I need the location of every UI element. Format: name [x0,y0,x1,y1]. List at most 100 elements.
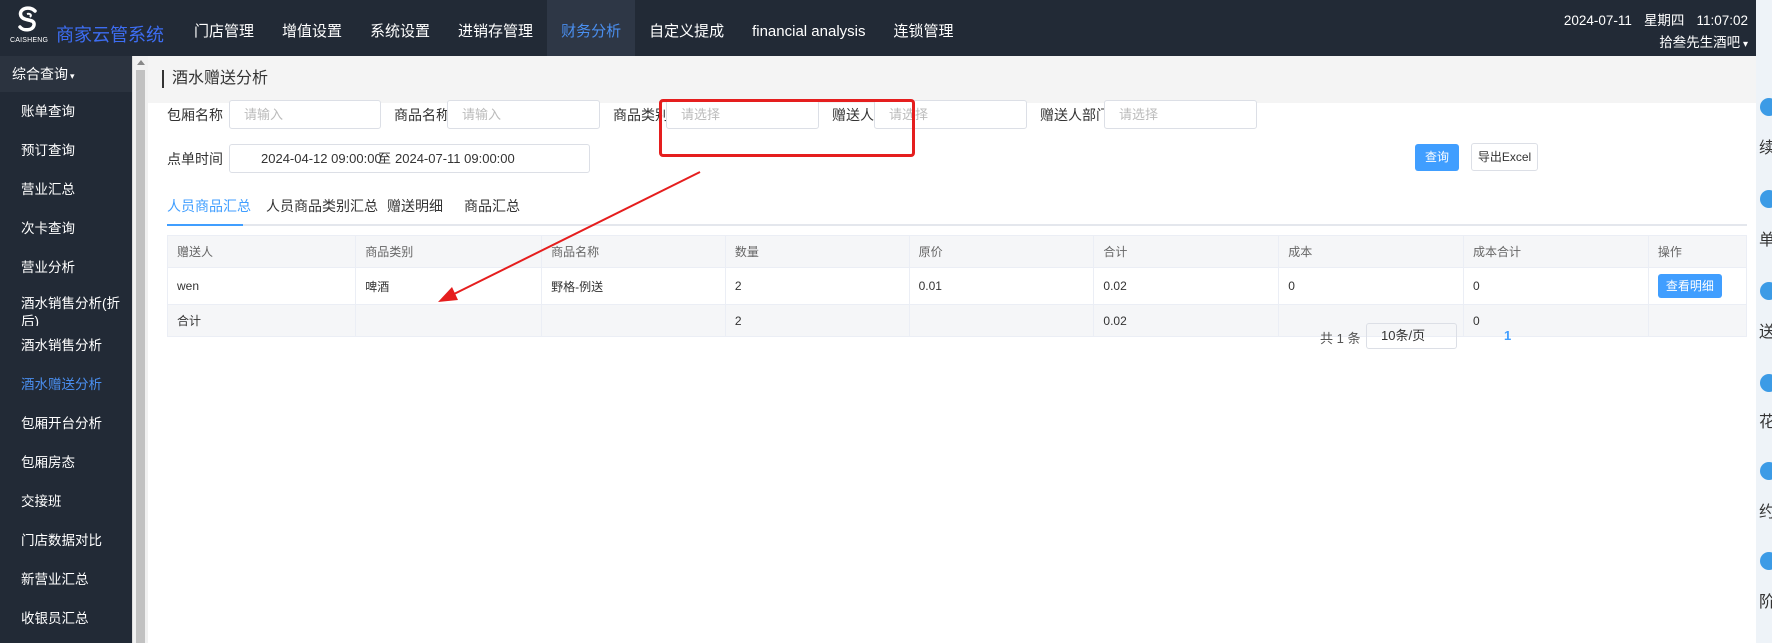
side-char: 阶 [1759,594,1772,611]
header-right: 2024-07-11 星期四 11:07:02 拾叁先生酒吧 [1552,10,1748,56]
topnav-financial-analysis[interactable]: 财务分析 [547,0,636,56]
column-header[interactable]: 商品名称 [541,235,726,268]
logo-caption: CAISHENG [10,37,49,44]
tab-gift-details[interactable]: 赠送明细 [387,196,443,216]
date-range-start[interactable]: 2024-04-12 09:00:00 [261,145,382,172]
tab-product-summary[interactable]: 商品汇总 [464,196,520,216]
giver-dept-select[interactable]: 请选择 [1104,100,1257,129]
side-char: 花 [1759,414,1772,431]
sidebar-item-business-analysis[interactable]: 营业分析 [0,248,132,287]
current-weekday: 星期四 [1643,13,1685,28]
sidebar-scrollbar[interactable] [132,56,148,643]
cell-cost: 0 [1278,267,1465,305]
topnav-store-management[interactable]: 门店管理 [180,0,268,56]
top-nav: 门店管理 增值设置 系统设置 进销存管理 财务分析 自定义提成 financia… [180,0,968,56]
sidebar-group-comprehensive-query[interactable]: 综合查询 [0,56,132,92]
side-bubble-icon [1760,374,1772,392]
cell-product: 野格-例送 [541,267,726,305]
datetime: 2024-07-11 星期四 11:07:02 [1552,10,1748,32]
giver-select[interactable]: 请选择 [874,100,1027,129]
right-edge-panel: 续 单 送 花 约 阶 [1756,0,1772,643]
scroll-up-arrow-icon[interactable] [137,60,145,65]
side-bubble-icon [1760,282,1772,300]
scrollbar-thumb[interactable] [136,70,145,643]
view-details-button[interactable]: 查看明细 [1657,274,1722,298]
summary-label: 合计 [166,304,357,337]
column-header[interactable]: 原价 [908,235,1095,268]
side-bubble-icon [1760,98,1772,116]
cell-cost-total: 0 [1463,267,1649,305]
sidebar-item-business-summary[interactable]: 营业汇总 [0,170,132,209]
export-excel-button[interactable]: 导出Excel [1471,143,1538,171]
summary-total: 0.02 [1093,304,1280,337]
sidebar-item-shift-handover[interactable]: 交接班 [0,482,132,521]
cell-price: 0.01 [908,267,1095,305]
topnav-system-settings[interactable]: 系统设置 [356,0,444,56]
column-header[interactable]: 商品类别 [355,235,543,268]
side-char: 续 [1759,140,1772,157]
summary-cost-total: 0 [1463,304,1649,337]
pagination-total: 共 1 条 [1320,331,1361,346]
cell-qty: 2 [724,267,910,305]
cell-giver: wen [166,267,357,305]
product-category-label: 商品类别 [613,107,669,123]
summary-empty [355,304,543,337]
product-name-label: 商品名称 [394,107,450,123]
date-range-separator: 至 [378,151,392,166]
summary-qty: 2 [724,304,910,337]
room-name-label: 包厢名称 [167,107,223,123]
order-time-label: 点单时间 [167,151,223,167]
column-header[interactable]: 数量 [724,235,910,268]
room-name-input[interactable]: 请输入 [229,100,381,129]
sidebar-item-room-opening-analysis[interactable]: 包厢开台分析 [0,404,132,443]
caisheng-logo[interactable]: CAISHENG [10,6,50,48]
query-button[interactable]: 查询 [1415,144,1459,171]
side-char: 单 [1759,232,1772,249]
column-header[interactable]: 赠送人 [166,235,357,268]
product-category-select[interactable]: 请选择 [666,100,819,129]
sidebar-item-store-comparison[interactable]: 门店数据对比 [0,521,132,560]
topnav-value-added-settings[interactable]: 增值设置 [268,0,356,56]
column-header[interactable]: 成本 [1278,235,1465,268]
tabs: 人员商品汇总 人员商品类别汇总 赠送明细 商品汇总 [167,196,1747,226]
order-time-range-picker[interactable]: 2024-04-12 09:00:00 至 2024-07-11 09:00:0… [229,144,590,173]
summary-empty [541,304,726,337]
cell-action: 查看明细 [1647,267,1748,305]
date-range-end[interactable]: 2024-07-11 09:00:00 [395,145,515,172]
column-header[interactable]: 成本合计 [1463,235,1649,268]
column-header[interactable]: 操作 [1647,235,1748,268]
topnav-chain-management[interactable]: 连锁管理 [880,0,968,56]
giver-dept-label: 赠送人部门 [1040,107,1110,123]
sidebar-item-new-business-summary[interactable]: 新营业汇总 [0,560,132,599]
logo-icon [18,6,37,32]
product-name-input[interactable]: 请输入 [447,100,600,129]
sidebar-item-room-status[interactable]: 包厢房态 [0,443,132,482]
user-menu[interactable]: 拾叁先生酒吧 [1552,32,1748,56]
summary-empty [1647,304,1748,337]
tab-staff-product-summary[interactable]: 人员商品汇总 [167,196,251,216]
sidebar-item-drink-sales[interactable]: 酒水销售分析 [0,326,132,365]
column-header[interactable]: 合计 [1093,235,1280,268]
current-time: 11:07:02 [1696,13,1748,28]
topnav-custom-commission[interactable]: 自定义提成 [635,0,738,56]
giver-label: 赠送人 [832,107,874,123]
sidebar-item-reservation-query[interactable]: 预订查询 [0,131,132,170]
sidebar: 综合查询 账单查询 预订查询 营业汇总 次卡查询 营业分析 酒水销售分析(折后)… [0,56,132,643]
brand-name: 商家云管系统 [56,25,164,45]
page-header: 酒水赠送分析 [148,56,1756,103]
summary-empty [908,304,1095,337]
sidebar-item-drink-sales-discounted[interactable]: 酒水销售分析(折后) [0,287,120,326]
pagination-page-1[interactable]: 1 [1504,328,1511,343]
page-size-select[interactable]: 10条/页 [1366,323,1457,349]
side-bubble-icon [1760,462,1772,480]
side-bubble-icon [1760,552,1772,570]
sidebar-item-bill-query[interactable]: 账单查询 [0,92,132,131]
tab-staff-category-summary[interactable]: 人员商品类别汇总 [266,196,378,216]
sidebar-item-drink-gift-analysis[interactable]: 酒水赠送分析 [0,365,132,404]
sidebar-item-cashier-summary[interactable]: 收银员汇总 [0,599,132,638]
sidebar-item-card-query[interactable]: 次卡查询 [0,209,132,248]
current-date: 2024-07-11 [1563,13,1632,28]
topnav-financial-analysis-en[interactable]: financial analysis [738,0,879,56]
cell-category: 啤酒 [355,267,543,305]
topnav-inventory-management[interactable]: 进销存管理 [444,0,547,56]
